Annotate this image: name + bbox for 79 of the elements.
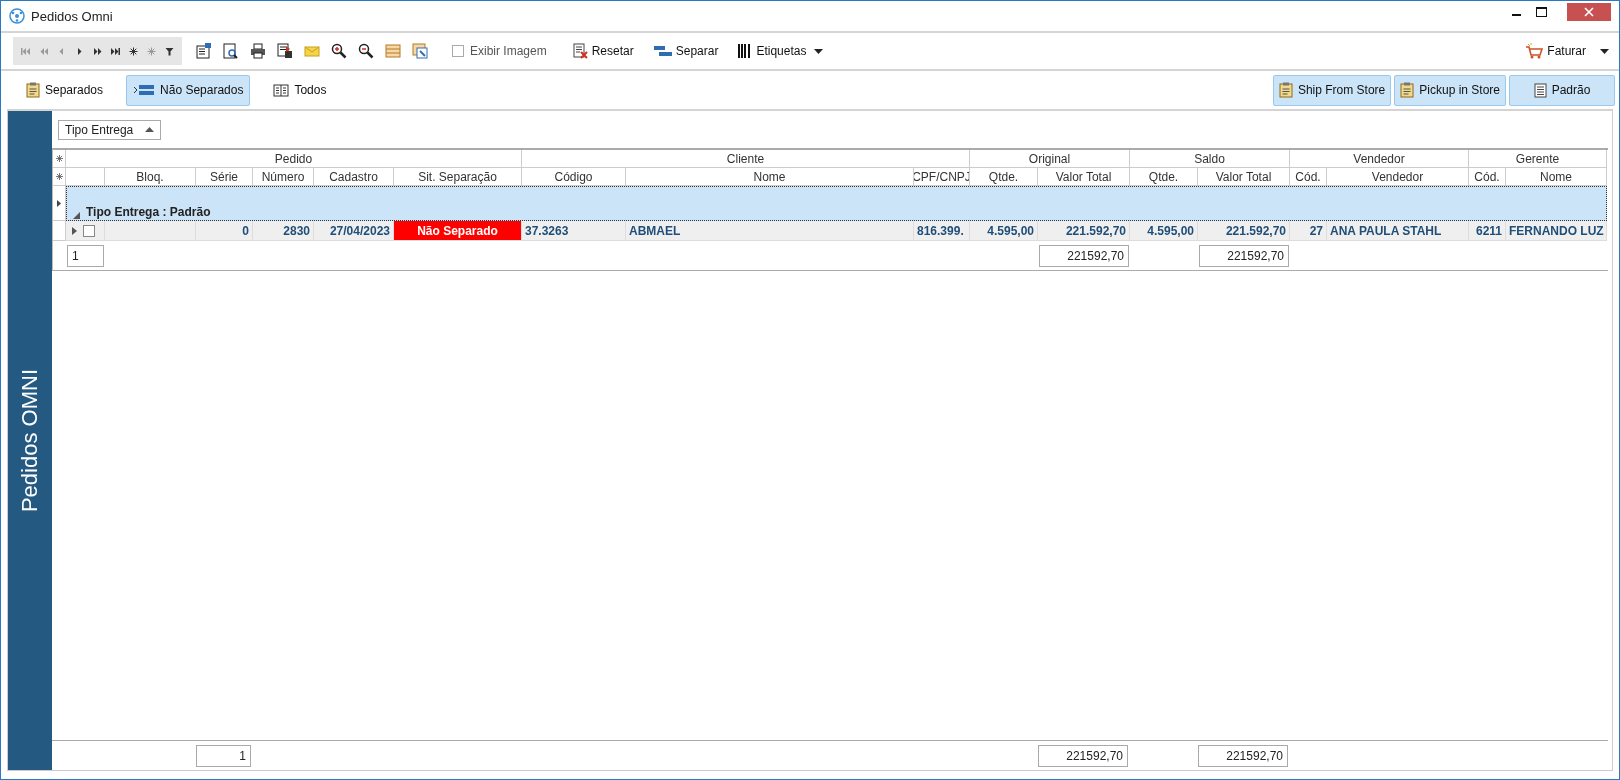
asterisk-icon[interactable] (129, 46, 138, 56)
filter-button[interactable]: Padrão (1509, 74, 1615, 106)
group-label: Tipo Entrega : Padrão (86, 205, 211, 219)
double-right-icon[interactable] (93, 46, 102, 56)
clipboard-icon (1278, 82, 1293, 98)
band-header: Pedido (66, 150, 522, 168)
app-logo-icon (9, 8, 25, 24)
invoice-button[interactable]: Faturar (1521, 40, 1590, 62)
table-cell: ABMAEL (626, 221, 914, 241)
expand-icon[interactable] (72, 226, 77, 235)
table-cell: 37.3263 (522, 221, 626, 241)
properties-icon[interactable] (196, 43, 212, 59)
table-cell: 4.595,00 (970, 221, 1038, 241)
export-icon[interactable] (277, 43, 293, 59)
table-cell: 221.592,70 (1038, 221, 1130, 241)
checkbox-label: Exibir Imagem (470, 44, 547, 58)
table-cell: 2830 (253, 221, 314, 241)
count-field: 1 (67, 244, 104, 267)
print-preview-icon[interactable] (223, 43, 239, 59)
total-field: 221592,70 (1199, 244, 1289, 267)
funnel-icon[interactable] (165, 46, 174, 56)
toolbar-button[interactable]: Resetar (568, 40, 638, 62)
right-triangle-icon[interactable] (75, 46, 84, 56)
printer-icon[interactable] (250, 43, 266, 59)
zoom-out-icon[interactable] (358, 43, 374, 59)
table-cell: 6211 (1469, 221, 1506, 241)
group-row[interactable]: Tipo Entrega : Padrão (66, 186, 1607, 221)
asterisk-icon (55, 173, 63, 180)
window-title: Pedidos Omni (31, 8, 113, 24)
toolbar-button[interactable]: Separar (649, 41, 723, 61)
band-header: Vendedor (1290, 150, 1469, 168)
zoom-in-icon[interactable] (331, 43, 347, 59)
side-tab[interactable]: Pedidos OMNI (8, 111, 52, 770)
total-field: 221592,70 (1038, 744, 1128, 767)
table-cell: 4.595,00 (1130, 221, 1198, 241)
filter-button[interactable]: Não Separados (126, 74, 251, 106)
band-header: Gerente (1469, 150, 1607, 168)
document-x-icon (572, 43, 588, 59)
list-icon (1533, 82, 1547, 98)
skip-start-icon[interactable] (21, 46, 30, 56)
barcode-icon (738, 44, 753, 58)
expanded-icon (73, 212, 80, 219)
total-field: 221592,70 (1039, 244, 1129, 267)
window-icon[interactable] (412, 43, 428, 59)
table-cell: 0 (196, 221, 253, 241)
bars-icon (133, 83, 156, 97)
bars-icon (653, 45, 672, 57)
filter-button[interactable]: Pickup in Store (1394, 74, 1506, 106)
table-cell: ANA PAULA STAHL (1327, 221, 1469, 241)
cart-icon (1525, 43, 1544, 59)
close-button[interactable] (1567, 3, 1611, 21)
table-cell: FERNANDO LUZ (1506, 221, 1607, 241)
band-header: Cliente (522, 150, 970, 168)
row-indicator-icon (57, 199, 61, 207)
filter-button[interactable]: Ship From Store (1272, 74, 1392, 106)
total-field: 1 (196, 744, 251, 767)
table-cell: 816.399. (914, 221, 970, 241)
clipboard-icon (26, 82, 40, 98)
band-header: Original (970, 150, 1130, 168)
status-cell: Não Separado (394, 221, 522, 241)
table-cell: 27 (1290, 221, 1327, 241)
asterisk-icon (55, 155, 63, 162)
total-field: 221592,70 (1198, 744, 1288, 767)
maximize-icon[interactable] (1536, 7, 1547, 17)
skip-end-icon[interactable] (111, 46, 120, 56)
filter-button[interactable]: Separados (19, 74, 111, 106)
band-header: Saldo (1130, 150, 1290, 168)
table-cell: 221.592,70 (1198, 221, 1290, 241)
toolbar-button[interactable]: Etiquetas (734, 41, 828, 61)
filter-button[interactable]: Todos (266, 74, 334, 106)
clipboard-icon (1400, 82, 1415, 98)
checkbox[interactable] (452, 45, 464, 57)
checkbox[interactable] (83, 224, 95, 237)
caret-icon[interactable] (1600, 48, 1609, 54)
close-icon (1584, 7, 1594, 17)
group-by-button[interactable]: Tipo Entrega (58, 119, 162, 140)
table-icon[interactable] (385, 43, 401, 59)
table-cell: 27/04/2023 (314, 221, 394, 241)
book-icon (273, 83, 290, 97)
